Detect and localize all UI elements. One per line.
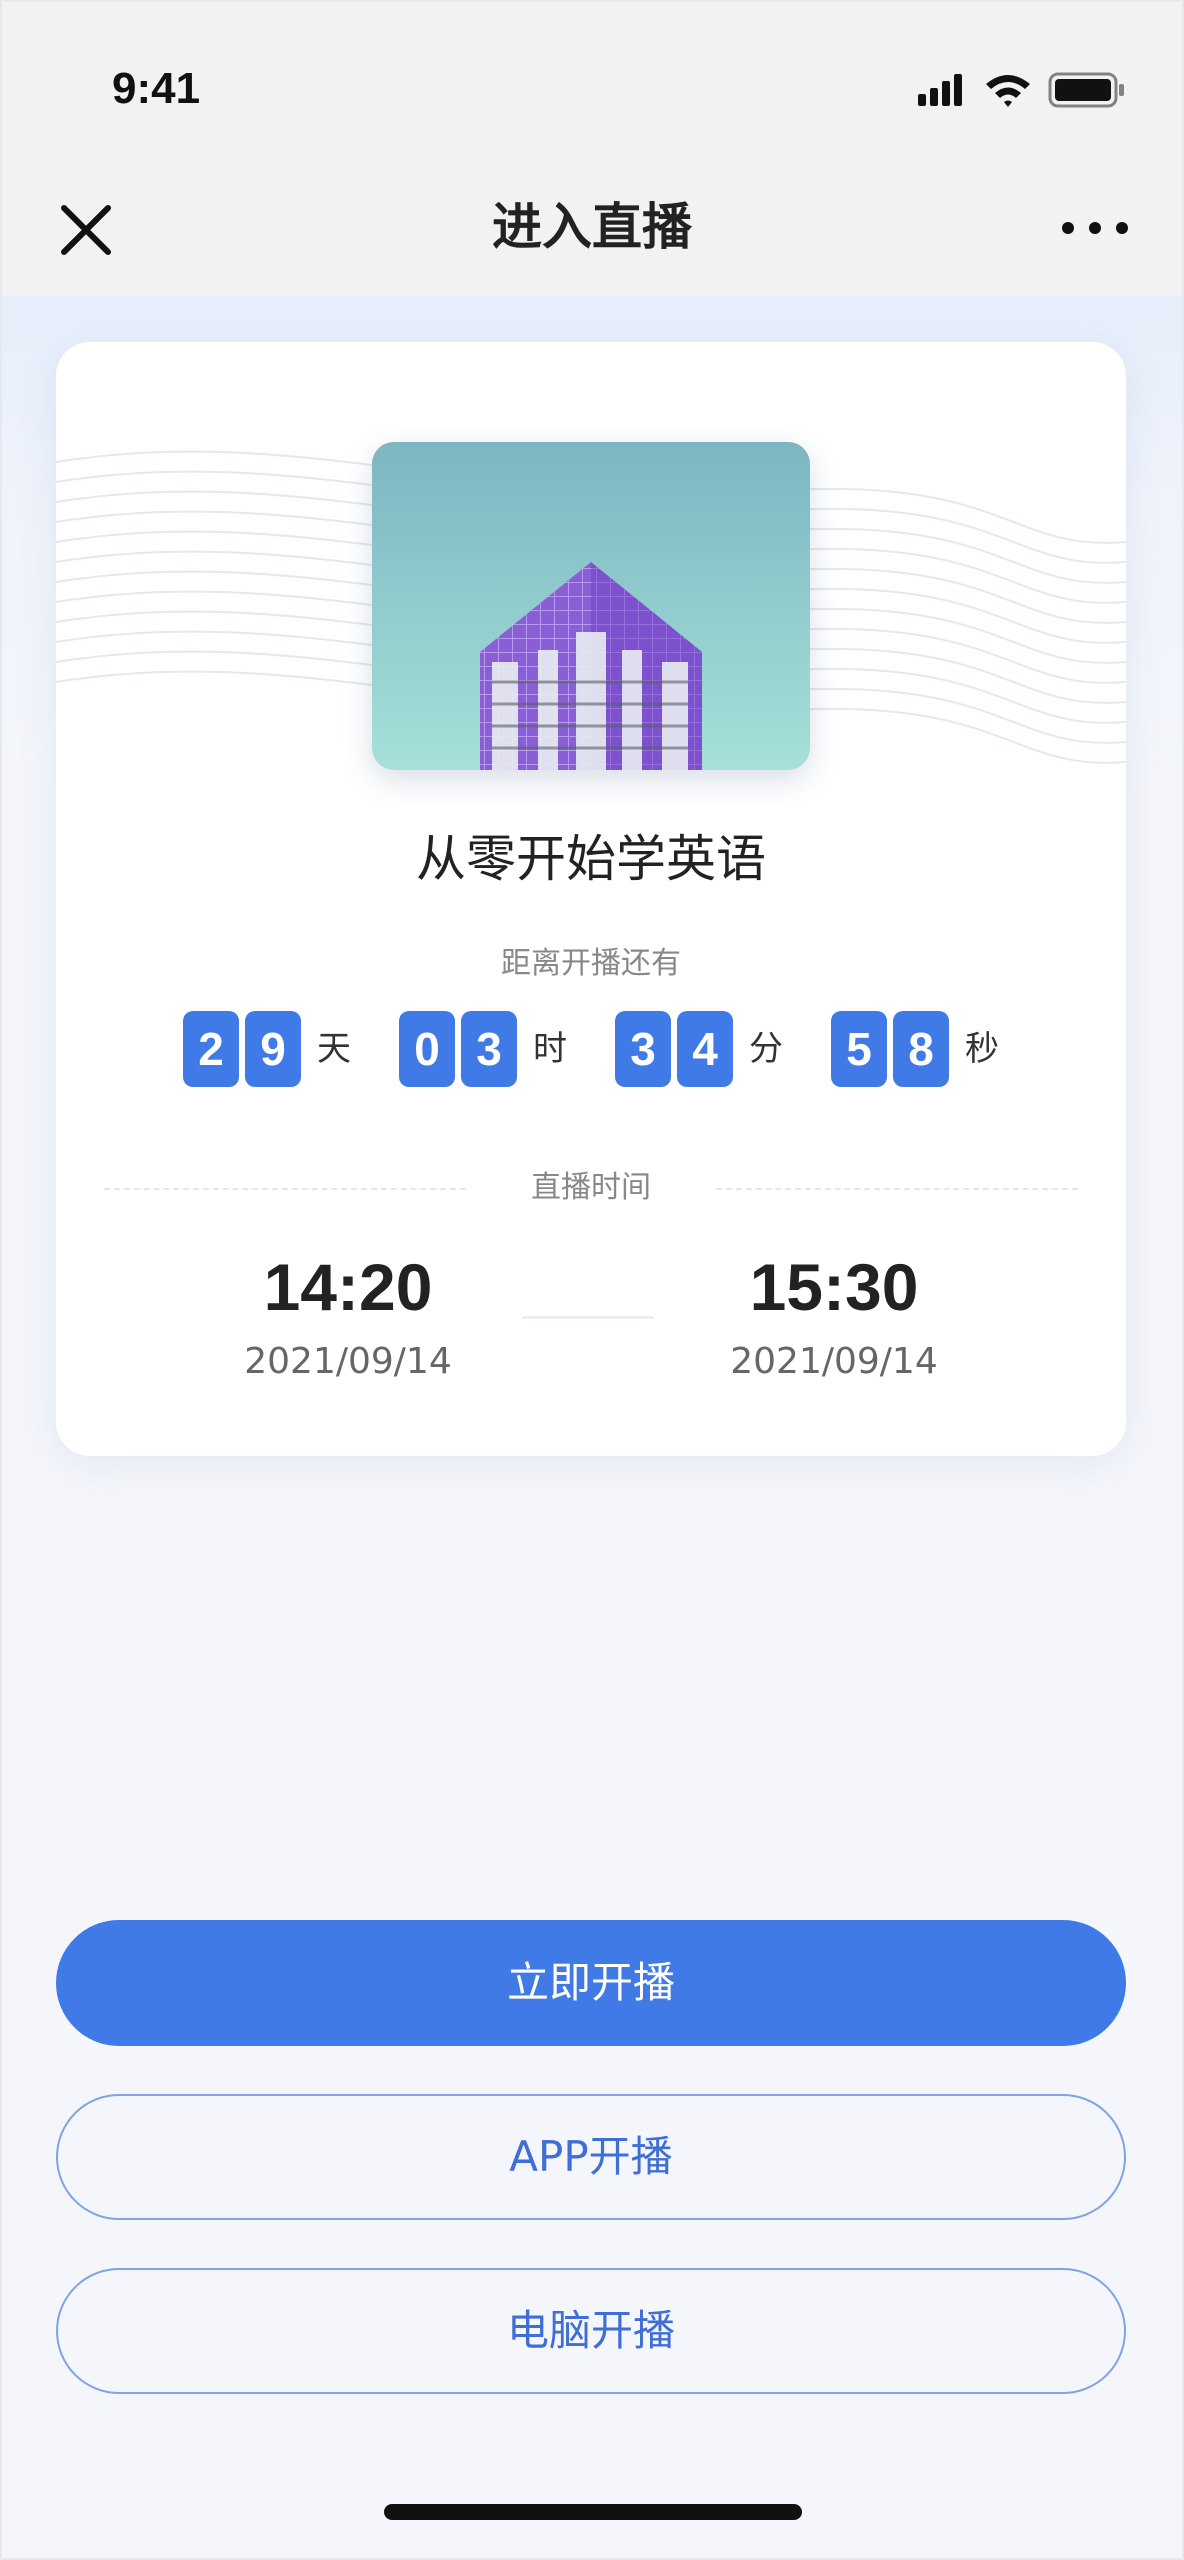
start-time-block: 14:20 2021/09/14 bbox=[198, 1242, 498, 1390]
start-time: 14:20 bbox=[263, 1250, 433, 1324]
dashed-divider bbox=[716, 1188, 1078, 1190]
start-now-button[interactable]: 立即开播 bbox=[56, 1920, 1126, 2046]
countdown-digit: 5 bbox=[831, 1011, 887, 1087]
countdown-unit-days: 天 bbox=[317, 1029, 351, 1069]
countdown-digit: 8 bbox=[893, 1011, 949, 1087]
wifi-icon bbox=[986, 75, 1030, 107]
course-cover-image bbox=[372, 442, 810, 770]
countdown-digit: 2 bbox=[183, 1011, 239, 1087]
page-title: 进入直播 bbox=[492, 198, 692, 256]
battery-icon bbox=[1048, 72, 1124, 108]
countdown-timer: 2 9 天 0 3 时 3 4 分 5 8 秒 bbox=[56, 1010, 1126, 1088]
signal-icon bbox=[918, 74, 962, 106]
countdown-unit-minutes: 分 bbox=[749, 1029, 783, 1069]
more-icon[interactable] bbox=[1060, 208, 1130, 248]
end-date: 2021/09/14 bbox=[730, 1341, 938, 1382]
end-time: 15:30 bbox=[749, 1250, 919, 1324]
end-time-block: 15:30 2021/09/14 bbox=[684, 1242, 984, 1390]
start-date: 2021/09/14 bbox=[244, 1341, 452, 1382]
countdown-digit: 4 bbox=[677, 1011, 733, 1087]
countdown-label: 距离开播还有 bbox=[501, 946, 681, 981]
live-info-card: 从零开始学英语 距离开播还有 2 9 天 0 3 时 3 4 分 5 8 秒 直… bbox=[56, 342, 1126, 1456]
status-icons bbox=[918, 72, 1124, 108]
countdown-digit: 0 bbox=[399, 1011, 455, 1087]
status-time: 9:41 bbox=[112, 64, 201, 113]
countdown-unit-hours: 时 bbox=[533, 1029, 567, 1069]
countdown-digit: 9 bbox=[245, 1011, 301, 1087]
home-indicator bbox=[384, 2504, 802, 2520]
course-title: 从零开始学英语 bbox=[416, 830, 766, 888]
live-time-divider: 直播时间 bbox=[104, 1168, 1078, 1208]
time-separator bbox=[522, 1316, 654, 1319]
countdown-digit: 3 bbox=[461, 1011, 517, 1087]
app-start-button[interactable]: APP开播 bbox=[56, 2094, 1126, 2220]
nav-bar: 进入直播 bbox=[0, 180, 1184, 296]
countdown-unit-seconds: 秒 bbox=[965, 1029, 999, 1069]
countdown-digit: 3 bbox=[615, 1011, 671, 1087]
phone-screen: 9:41 进入直播 从零开始学英语 距离开播还有 2 9 天 0 3 时 3 4… bbox=[0, 0, 1184, 2560]
status-bar: 9:41 bbox=[0, 0, 1184, 180]
pc-start-button[interactable]: 电脑开播 bbox=[56, 2268, 1126, 2394]
